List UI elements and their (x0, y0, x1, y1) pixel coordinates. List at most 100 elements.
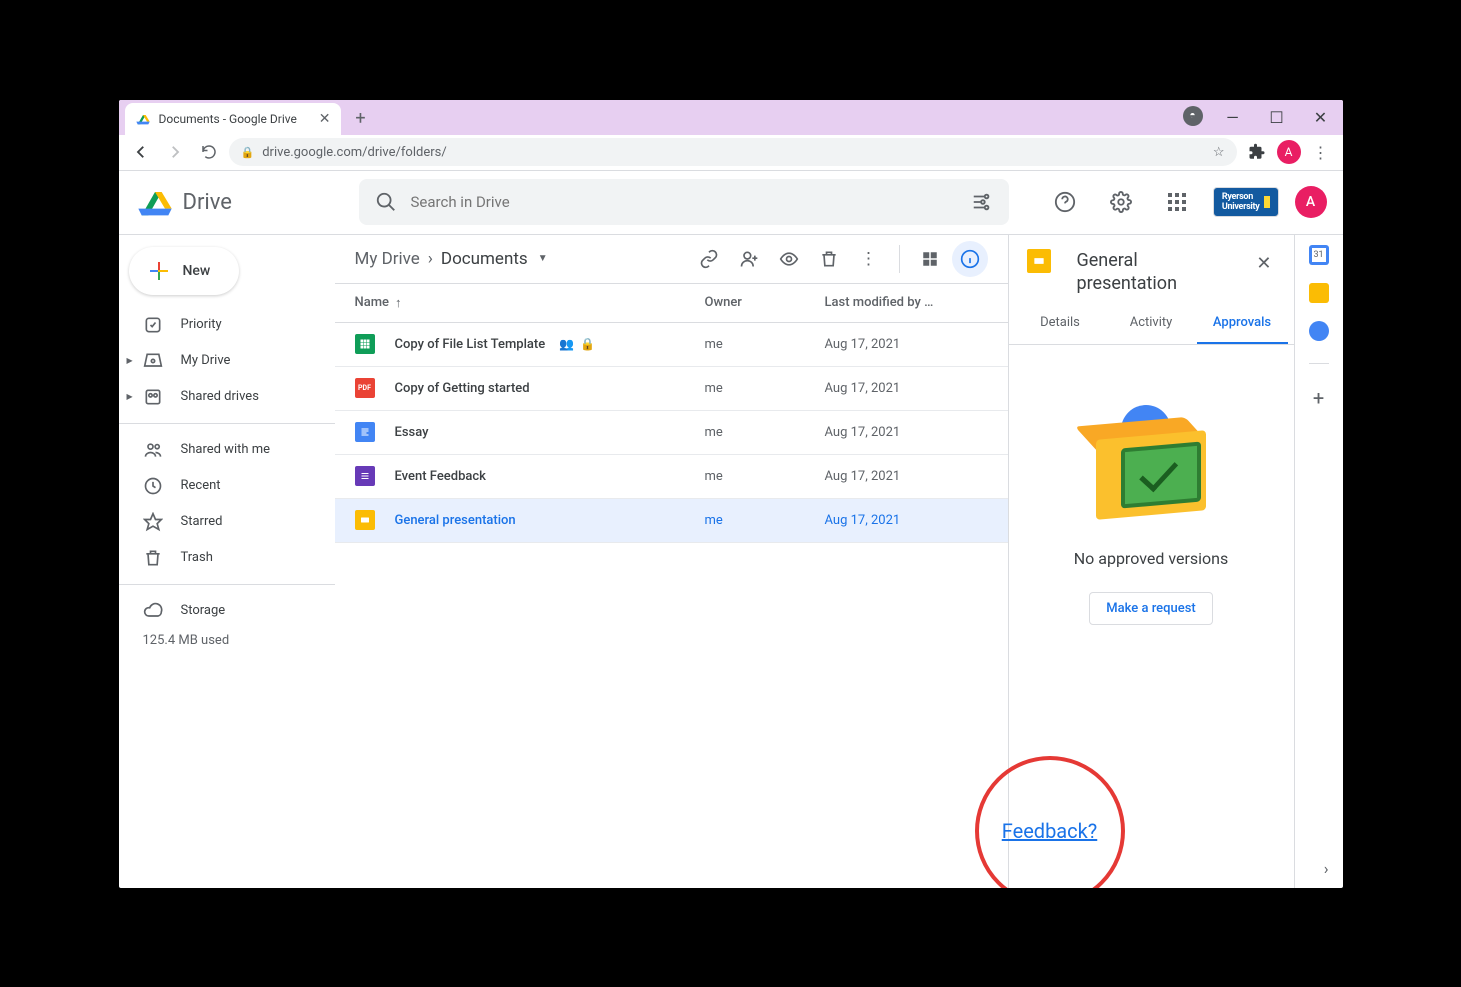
tab-details[interactable]: Details (1015, 303, 1106, 344)
priority-icon (143, 315, 163, 335)
sidebar-divider (119, 423, 335, 424)
file-name: Essay (395, 425, 429, 440)
expand-icon[interactable]: ▶ (127, 392, 133, 401)
account-avatar[interactable]: A (1295, 186, 1327, 218)
new-button[interactable]: New (129, 247, 239, 295)
search-box[interactable] (359, 179, 1009, 225)
extensions-icon[interactable] (1243, 143, 1271, 161)
apps-grid-icon[interactable] (1157, 182, 1197, 222)
sidebar-item-label: Shared with me (181, 442, 271, 457)
file-modified: Aug 17, 2021 (825, 337, 988, 352)
url-text: drive.google.com/drive/folders/ (262, 145, 447, 160)
get-link-icon[interactable] (691, 241, 727, 277)
feedback-link[interactable]: Feedback? (1002, 819, 1098, 843)
file-owner: me (705, 469, 825, 484)
approvals-illustration (1081, 405, 1221, 525)
divider (899, 245, 900, 273)
file-owner: me (705, 425, 825, 440)
maximize-button[interactable]: ☐ (1255, 100, 1299, 135)
sidebar-item-trash[interactable]: Trash (119, 540, 323, 576)
collapse-rail-icon[interactable]: › (1324, 859, 1329, 878)
file-modified: Aug 17, 2021 (825, 469, 988, 484)
close-details-icon[interactable]: ✕ (1252, 249, 1275, 278)
browser-tab[interactable]: Documents - Google Drive ✕ (125, 103, 341, 135)
tasks-icon[interactable] (1309, 321, 1329, 341)
drive-logo[interactable]: Drive (135, 182, 335, 222)
add-addon-icon[interactable]: + (1313, 386, 1324, 410)
sidebar-item-priority[interactable]: Priority (119, 307, 323, 343)
file-modified: Aug 17, 2021 (825, 425, 988, 440)
grid-view-icon[interactable] (912, 241, 948, 277)
recent-icon (143, 476, 163, 496)
search-options-icon[interactable] (971, 191, 993, 213)
browser-avatar[interactable]: A (1277, 140, 1301, 164)
file-type-icon (355, 422, 375, 442)
more-actions-icon[interactable]: ⋮ (851, 241, 887, 277)
reload-button[interactable] (195, 138, 223, 166)
file-row[interactable]: Event FeedbackmeAug 17, 2021 (335, 455, 1008, 499)
sidebar-item-my-drive[interactable]: ▶ My Drive (119, 343, 323, 379)
shared-icon (143, 440, 163, 460)
file-owner: me (705, 381, 825, 396)
column-name[interactable]: Name ↑ (355, 295, 705, 311)
breadcrumb: My Drive › Documents ▼ ⋮ (335, 235, 1008, 283)
no-approvals-text: No approved versions (1074, 549, 1229, 568)
expand-icon[interactable]: ▶ (127, 356, 133, 365)
browser-menu-icon[interactable]: ⋮ (1307, 138, 1335, 166)
info-icon[interactable] (952, 241, 988, 277)
tab-approvals[interactable]: Approvals (1197, 303, 1288, 344)
keep-icon[interactable] (1309, 283, 1329, 303)
shared-indicator-icon: 👥 (559, 337, 574, 351)
sidebar-item-shared-drives[interactable]: ▶ Shared drives (119, 379, 323, 415)
dropdown-caret-icon[interactable]: ▼ (538, 253, 548, 264)
file-name: General presentation (395, 513, 516, 528)
make-request-button[interactable]: Make a request (1089, 592, 1212, 625)
sidebar-item-starred[interactable]: Starred (119, 504, 323, 540)
drive-favicon (135, 111, 151, 127)
sidebar-item-label: Priority (181, 317, 222, 332)
tab-close-icon[interactable]: ✕ (319, 111, 331, 127)
bookmark-star-icon[interactable]: ☆ (1213, 145, 1225, 160)
side-panel-rail: 31 + (1295, 235, 1343, 888)
file-modified: Aug 17, 2021 (825, 381, 988, 396)
close-window-button[interactable]: ✕ (1299, 100, 1343, 135)
tab-activity[interactable]: Activity (1106, 303, 1197, 344)
file-modified: Aug 17, 2021 (825, 513, 988, 528)
url-input[interactable]: 🔒 drive.google.com/drive/folders/ ☆ (229, 138, 1237, 166)
sort-arrow-icon: ↑ (395, 295, 402, 311)
file-type-icon (355, 466, 375, 486)
slides-icon (1027, 249, 1051, 273)
breadcrumb-current[interactable]: Documents (441, 249, 528, 269)
forward-button[interactable] (161, 138, 189, 166)
trash-icon (143, 548, 163, 568)
help-icon[interactable] (1045, 182, 1085, 222)
file-name: Copy of Getting started (395, 381, 530, 396)
sidebar-item-label: Shared drives (181, 389, 259, 404)
calendar-icon[interactable]: 31 (1309, 245, 1329, 265)
lock-icon: 🔒 (241, 146, 255, 159)
breadcrumb-root[interactable]: My Drive (355, 249, 420, 269)
file-row[interactable]: PDFCopy of Getting startedmeAug 17, 2021 (335, 367, 1008, 411)
search-input[interactable] (411, 193, 957, 211)
org-badge[interactable]: Ryerson University (1213, 187, 1279, 217)
app-header: Drive Ryerson University A (119, 171, 1343, 235)
settings-icon[interactable] (1101, 182, 1141, 222)
preview-icon[interactable] (771, 241, 807, 277)
column-modified[interactable]: Last modified by … (825, 295, 988, 310)
profile-badge[interactable]: ◓ (1183, 106, 1203, 126)
file-type-icon (355, 510, 375, 530)
sidebar-item-shared-with-me[interactable]: Shared with me (119, 432, 323, 468)
delete-icon[interactable] (811, 241, 847, 277)
sidebar-item-storage[interactable]: Storage (119, 593, 323, 629)
sidebar-item-label: Trash (181, 550, 213, 565)
file-row[interactable]: General presentationmeAug 17, 2021 (335, 499, 1008, 543)
back-button[interactable] (127, 138, 155, 166)
file-row[interactable]: Copy of File List Template👥🔒meAug 17, 20… (335, 323, 1008, 367)
column-owner[interactable]: Owner (705, 295, 825, 310)
add-person-icon[interactable] (731, 241, 767, 277)
browser-tab-bar: Documents - Google Drive ✕ + ◓ — ☐ ✕ (119, 100, 1343, 135)
minimize-button[interactable]: — (1211, 100, 1255, 135)
new-tab-button[interactable]: + (347, 105, 375, 133)
sidebar-item-recent[interactable]: Recent (119, 468, 323, 504)
file-row[interactable]: Essay meAug 17, 2021 (335, 411, 1008, 455)
